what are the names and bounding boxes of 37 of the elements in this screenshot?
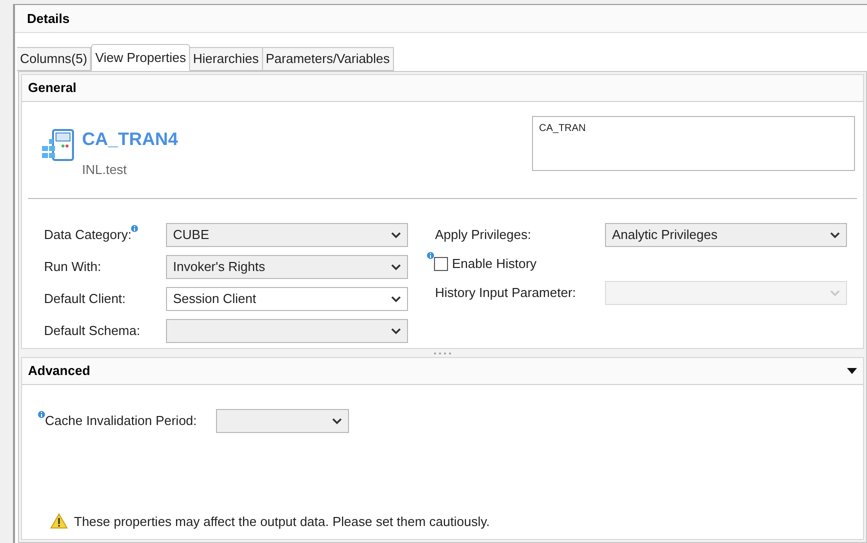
field-label: Apply Privileges: (435, 226, 532, 244)
field-label: Default Schema: (44, 322, 140, 340)
chevron-down-icon (332, 418, 342, 424)
chevron-down-icon (391, 232, 401, 238)
tab[interactable]: Columns(5) (17, 47, 92, 71)
dropdown[interactable] (216, 409, 349, 433)
section-title: General (28, 79, 76, 98)
dropdown[interactable]: Session Client (166, 287, 408, 311)
warning-message: These properties may affect the output data. Please set them cautiously. (74, 512, 490, 531)
chevron-down-icon (391, 264, 401, 270)
chevron-down-icon (830, 232, 840, 238)
dropdown[interactable]: CUBE (166, 223, 408, 247)
collapse-triangle-icon[interactable] (847, 368, 857, 374)
field-label: Data Category: (44, 226, 132, 244)
package-name: INL.test (82, 161, 128, 179)
field-label: Cache Invalidation Period: (45, 412, 197, 430)
tab[interactable]: Parameters/Variables (262, 47, 394, 71)
chevron-down-icon (830, 290, 840, 296)
panel-title: Details (27, 10, 70, 28)
object-name: CA_TRAN4 (82, 128, 178, 150)
field-label: Default Client: (44, 290, 126, 308)
tab[interactable]: Hierarchies (190, 47, 263, 71)
section-title: Advanced (28, 362, 90, 380)
warning-icon (50, 513, 68, 530)
checkbox[interactable] (434, 257, 448, 271)
field-label: Run With: (44, 258, 102, 276)
dropdown[interactable]: Invoker's Rights (166, 255, 408, 279)
splitter-handle-icon[interactable] (432, 352, 452, 354)
checkbox-label: Enable History (452, 255, 537, 274)
dropdown[interactable] (166, 319, 408, 343)
field-label: History Input Parameter: (435, 284, 576, 302)
chevron-down-icon (391, 328, 401, 334)
tab[interactable]: View Properties (91, 44, 190, 71)
description-field[interactable]: CA_TRAN (532, 116, 855, 171)
calculation-view-icon (40, 128, 76, 164)
dropdown[interactable]: Analytic Privileges (605, 223, 847, 247)
chevron-down-icon (391, 296, 401, 302)
